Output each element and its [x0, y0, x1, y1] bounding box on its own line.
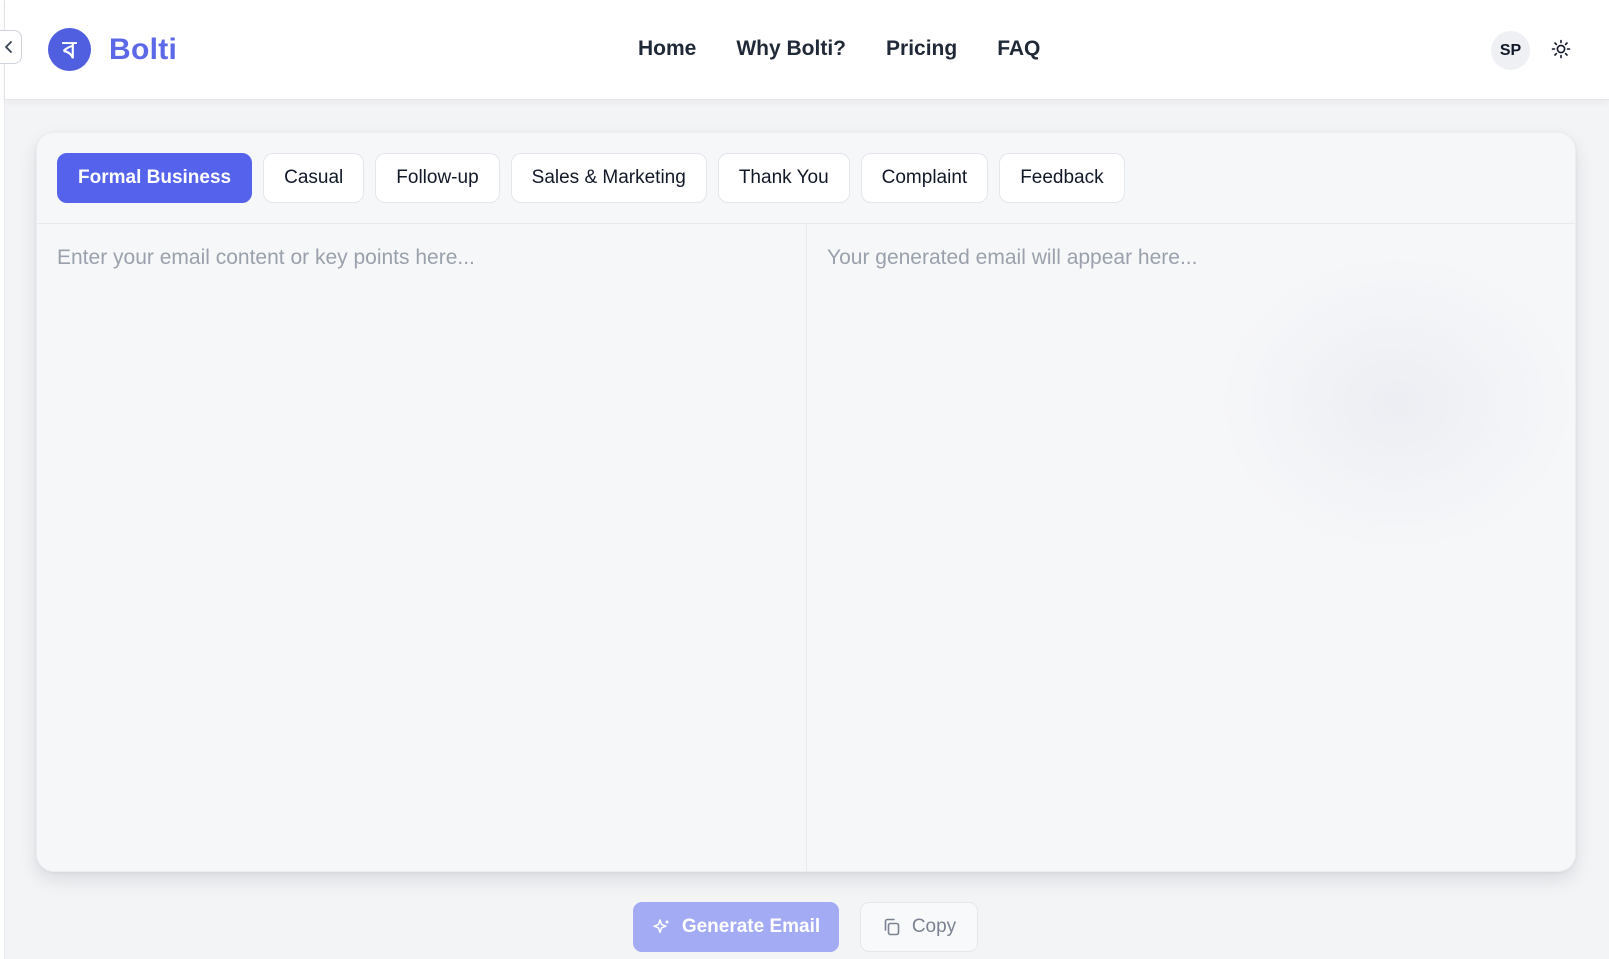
brand-link[interactable]: ব Bolti [48, 28, 177, 71]
generate-email-button[interactable]: Generate Email [633, 902, 839, 952]
nav-pricing[interactable]: Pricing [886, 37, 957, 61]
input-pane [37, 224, 807, 871]
brand-logo-glyph: ব [62, 35, 77, 64]
copy-icon [884, 918, 900, 936]
generate-email-label: Generate Email [681, 916, 821, 937]
copy-button[interactable]: Copy [860, 902, 978, 952]
tab-formal-business[interactable]: Formal Business [57, 153, 253, 203]
copy-label: Copy [911, 916, 957, 937]
brand-logo: ব [48, 28, 91, 71]
top-header: ব Bolti Home Why Bolti? Pricing FAQ SP [5, 0, 1609, 100]
composer-actions: Generate Email Copy [633, 902, 978, 952]
chevron-left-icon [5, 41, 12, 53]
output-pane: Your generated email will appear here... [807, 224, 1575, 871]
left-rail [0, 0, 5, 959]
nav-home[interactable]: Home [638, 37, 696, 61]
sun-icon [1551, 39, 1571, 59]
tab-feedback[interactable]: Feedback [999, 153, 1125, 203]
tab-complaint[interactable]: Complaint [860, 153, 989, 203]
brand-name: Bolti [109, 32, 178, 66]
generated-email-output: Your generated email will appear here... [827, 246, 1198, 269]
email-type-tabs: Formal Business Casual Follow-up Sales &… [57, 153, 1125, 203]
email-content-input[interactable] [57, 246, 786, 851]
page: ব Bolti Home Why Bolti? Pricing FAQ SP F… [0, 0, 1609, 959]
user-avatar[interactable]: SP [1491, 31, 1530, 70]
tab-casual[interactable]: Casual [263, 153, 365, 203]
nav-why-bolti[interactable]: Why Bolti? [736, 37, 846, 61]
tab-thank-you[interactable]: Thank You [717, 153, 850, 203]
email-composer-card: Formal Business Casual Follow-up Sales &… [36, 132, 1576, 872]
sidebar-collapse-button[interactable] [0, 30, 22, 64]
theme-toggle-button[interactable] [1548, 36, 1574, 62]
tab-follow-up[interactable]: Follow-up [375, 153, 500, 203]
sparkles-icon [653, 919, 670, 934]
tab-sales-marketing[interactable]: Sales & Marketing [510, 153, 707, 203]
nav-faq[interactable]: FAQ [997, 37, 1040, 61]
main-nav: Home Why Bolti? Pricing FAQ [638, 37, 1040, 61]
